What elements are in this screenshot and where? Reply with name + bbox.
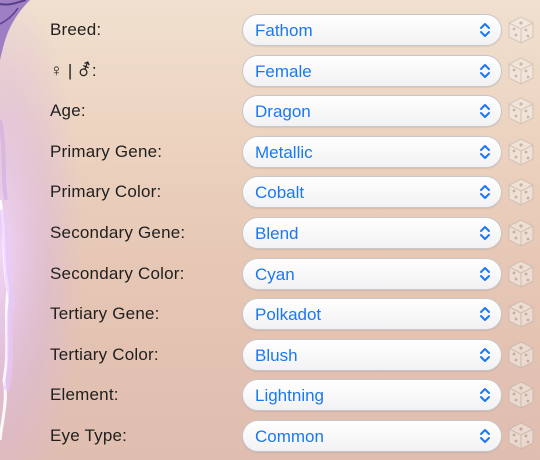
dropdown-select[interactable]: Metallic [242, 135, 502, 168]
selected-value: Cobalt [255, 183, 305, 203]
chevron-up-down-icon [480, 144, 490, 159]
field-label: Secondary Color: [50, 263, 185, 283]
dropdown-select[interactable]: Blush [242, 338, 502, 371]
selected-value: Blend [255, 224, 299, 243]
form-row-9: Tertiary Color: Blush [0, 337, 540, 373]
chevron-up-down-icon [480, 63, 490, 78]
chevron-up-down-icon [480, 307, 490, 322]
field-label: Age: [50, 101, 86, 121]
selected-value: Blush [255, 345, 298, 365]
dice-icon[interactable] [506, 15, 536, 45]
chevron-up-down-icon [480, 347, 490, 362]
dropdown-select[interactable]: Blend [242, 217, 502, 249]
field-label: Eye Type: [50, 426, 128, 445]
chevron-up-down-icon [480, 104, 490, 119]
form-row-5: Primary Color: Cobalt [0, 174, 540, 210]
form-row-2: ♀ | ⚦: Female [0, 53, 540, 89]
form-row-8: Tertiary Gene: Polkadot [0, 296, 540, 332]
chevron-up-down-icon [480, 226, 490, 240]
selected-value: Fathom [255, 21, 313, 40]
field-label: Primary Color: [50, 182, 162, 202]
dice-icon[interactable] [506, 299, 536, 329]
selected-value: Lightning [255, 386, 325, 406]
dropdown-select[interactable]: Fathom [242, 14, 502, 46]
dropdown-select[interactable]: Common [242, 420, 502, 452]
chevron-up-down-icon [480, 429, 490, 443]
form-row-1: Breed: Fathom [0, 12, 540, 48]
field-label: Element: [50, 385, 119, 405]
field-label: Tertiary Color: [50, 344, 159, 364]
selected-value: Dragon [255, 102, 311, 122]
selected-value: Metallic [255, 142, 313, 162]
field-label: Breed: [50, 20, 102, 39]
dice-icon[interactable] [506, 380, 536, 410]
selected-value: Female [255, 61, 312, 81]
dropdown-select[interactable]: Cobalt [242, 176, 502, 209]
dice-icon[interactable] [506, 421, 536, 451]
dice-icon[interactable] [506, 259, 536, 289]
selected-value: Cyan [255, 264, 295, 284]
form-row-7: Secondary Color: Cyan [0, 256, 540, 292]
field-label: Tertiary Gene: [50, 304, 160, 324]
dragon-options-form: Breed: Fathom ♀ | ⚦: Female Age: Dragon … [0, 0, 540, 460]
dice-icon[interactable] [506, 96, 536, 126]
dropdown-select[interactable]: Female [242, 54, 502, 87]
form-row-6: Secondary Gene: Blend [0, 215, 540, 251]
form-row-11: Eye Type: Common [0, 418, 540, 454]
chevron-up-down-icon [480, 388, 490, 403]
dice-icon[interactable] [506, 177, 536, 207]
dropdown-select[interactable]: Dragon [242, 95, 502, 128]
field-label: ♀ | ⚦: [50, 60, 97, 80]
dice-icon[interactable] [506, 218, 536, 248]
dropdown-select[interactable]: Lightning [242, 379, 502, 412]
dropdown-select[interactable]: Cyan [242, 257, 502, 290]
chevron-up-down-icon [480, 23, 490, 37]
dropdown-select[interactable]: Polkadot [242, 298, 502, 331]
chevron-up-down-icon [480, 185, 490, 200]
dice-icon[interactable] [506, 137, 536, 167]
field-label: Primary Gene: [50, 141, 163, 161]
form-row-4: Primary Gene: Metallic [0, 134, 540, 170]
dice-icon[interactable] [506, 56, 536, 86]
chevron-up-down-icon [480, 266, 490, 281]
selected-value: Polkadot [255, 305, 322, 325]
field-label: Secondary Gene: [50, 223, 186, 242]
form-row-3: Age: Dragon [0, 93, 540, 129]
selected-value: Common [255, 427, 324, 446]
dice-icon[interactable] [506, 340, 536, 370]
form-row-10: Element: Lightning [0, 377, 540, 413]
